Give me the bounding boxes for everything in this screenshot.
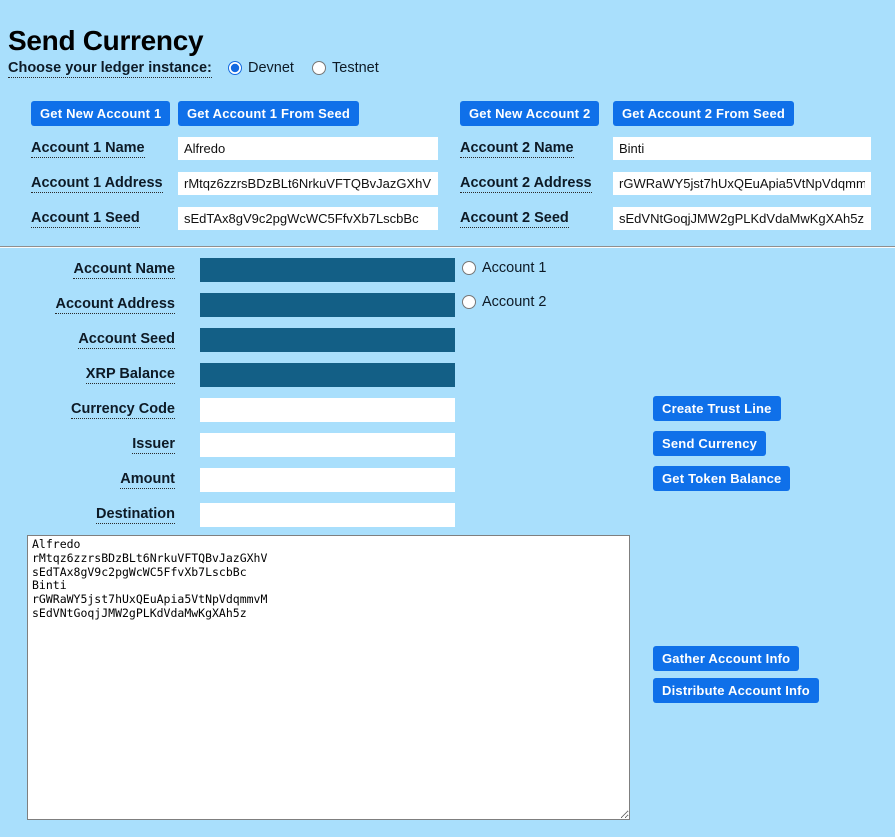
account-2-name-input[interactable]: [613, 137, 871, 160]
get-token-balance-button[interactable]: Get Token Balance: [653, 466, 790, 491]
account-seed-input[interactable]: [200, 328, 455, 352]
account-name-input[interactable]: [200, 258, 455, 282]
amount-label-wrap: Amount: [0, 471, 175, 487]
currency-code-input[interactable]: [200, 398, 455, 422]
radio-devnet[interactable]: Devnet: [228, 60, 294, 76]
issuer-label: Issuer: [132, 436, 175, 454]
account-1-radio-label: Account 1: [482, 260, 547, 276]
account-2-seed-label: Account 2 Seed: [460, 210, 569, 228]
get-new-account-1-button[interactable]: Get New Account 1: [31, 101, 170, 126]
ledger-instance-label: Choose your ledger instance:: [8, 60, 212, 78]
account-2-radio-label: Account 2: [482, 294, 547, 310]
account-name-label: Account Name: [73, 261, 175, 279]
send-currency-button[interactable]: Send Currency: [653, 431, 766, 456]
xrp-balance-input[interactable]: [200, 363, 455, 387]
xrp-balance-label-wrap: XRP Balance: [0, 366, 175, 382]
radio-account-1[interactable]: Account 1: [462, 260, 547, 276]
issuer-input[interactable]: [200, 433, 455, 457]
issuer-label-wrap: Issuer: [0, 436, 175, 452]
results-textarea[interactable]: Alfredo rMtqz6zzrsBDzBLt6NrkuVFTQBvJazGX…: [27, 535, 630, 820]
account-1-seed-input[interactable]: [178, 207, 438, 230]
gather-account-info-button[interactable]: Gather Account Info: [653, 646, 799, 671]
distribute-account-info-button[interactable]: Distribute Account Info: [653, 678, 819, 703]
account-address-input[interactable]: [200, 293, 455, 317]
account-1-seed-label: Account 1 Seed: [31, 210, 140, 228]
currency-code-label: Currency Code: [71, 401, 175, 419]
currency-code-label-wrap: Currency Code: [0, 401, 175, 417]
get-new-account-2-button[interactable]: Get New Account 2: [460, 101, 599, 126]
devnet-radio-label: Devnet: [248, 60, 294, 76]
account-address-label: Account Address: [55, 296, 175, 314]
account-1-radio-input[interactable]: [462, 261, 476, 275]
destination-label: Destination: [96, 506, 175, 524]
account-2-name-label: Account 2 Name: [460, 140, 574, 158]
account-1-address-input[interactable]: [178, 172, 438, 195]
testnet-radio-input[interactable]: [312, 61, 326, 75]
get-account-2-from-seed-button[interactable]: Get Account 2 From Seed: [613, 101, 794, 126]
account-seed-label: Account Seed: [78, 331, 175, 349]
destination-label-wrap: Destination: [0, 506, 175, 522]
account-1-name-input[interactable]: [178, 137, 438, 160]
account-1-name-label: Account 1 Name: [31, 140, 145, 158]
create-trust-line-button[interactable]: Create Trust Line: [653, 396, 781, 421]
section-divider: [0, 246, 895, 248]
account-2-address-input[interactable]: [613, 172, 871, 195]
get-account-1-from-seed-button[interactable]: Get Account 1 From Seed: [178, 101, 359, 126]
radio-testnet[interactable]: Testnet: [312, 60, 379, 76]
account-seed-label-wrap: Account Seed: [0, 331, 175, 347]
account-name-label-wrap: Account Name: [0, 261, 175, 277]
xrp-balance-label: XRP Balance: [86, 366, 175, 384]
amount-label: Amount: [120, 471, 175, 489]
amount-input[interactable]: [200, 468, 455, 492]
radio-account-2[interactable]: Account 2: [462, 294, 547, 310]
account-2-seed-input[interactable]: [613, 207, 871, 230]
account-2-radio-input[interactable]: [462, 295, 476, 309]
destination-input[interactable]: [200, 503, 455, 527]
page-title: Send Currency: [8, 25, 203, 57]
devnet-radio-input[interactable]: [228, 61, 242, 75]
account-address-label-wrap: Account Address: [0, 296, 175, 312]
testnet-radio-label: Testnet: [332, 60, 379, 76]
account-1-address-label: Account 1 Address: [31, 175, 163, 193]
account-2-address-label: Account 2 Address: [460, 175, 592, 193]
